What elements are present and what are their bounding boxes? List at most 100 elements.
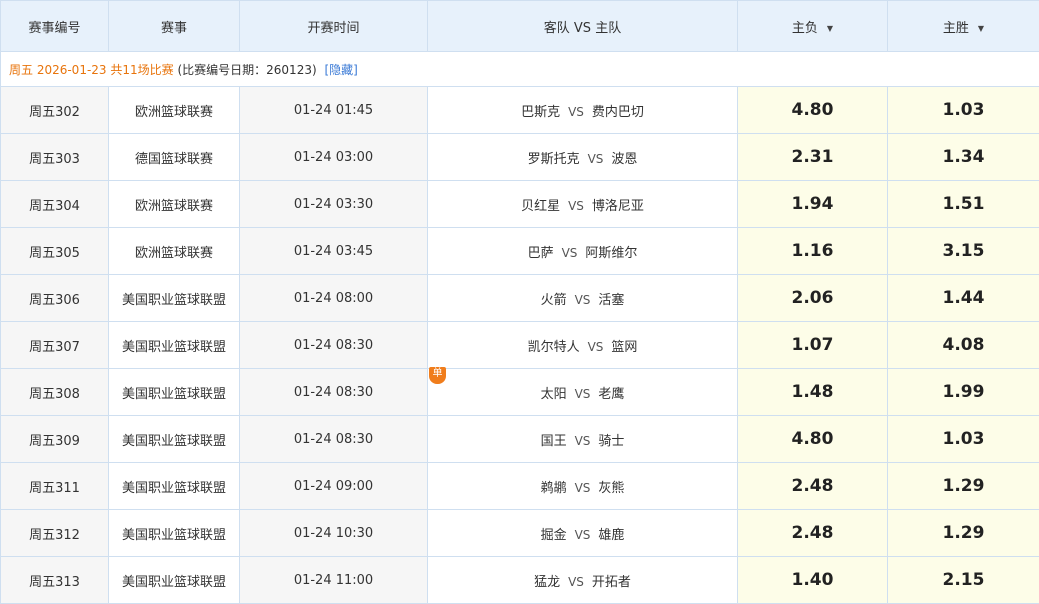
header-away-odds[interactable]: 主负 ▼: [737, 0, 888, 52]
vs-label: VS: [574, 480, 591, 495]
start-time: 01-24 03:30: [239, 180, 428, 228]
table-row: 周五312 美国职业篮球联盟 01-24 10:30 掘金 VS 雄鹿 2.48 1.29: [0, 509, 1039, 557]
home-odds-button[interactable]: 4.08: [887, 321, 1039, 369]
teams-cell[interactable]: 巴斯克 VS 费内巴切: [427, 86, 738, 134]
start-time: 01-24 09:00: [239, 462, 428, 510]
home-odds-button[interactable]: 1.03: [887, 86, 1039, 134]
home-odds-button[interactable]: 1.03: [887, 415, 1039, 463]
start-time: 01-24 08:30: [239, 321, 428, 369]
home-team: 老鹰: [598, 386, 625, 402]
home-odds-button[interactable]: 1.29: [887, 509, 1039, 557]
league-name: 美国职业篮球联盟: [108, 368, 240, 416]
teams-cell[interactable]: 鹈鹕 VS 灰熊: [427, 462, 738, 510]
start-time: 01-24 03:00: [239, 133, 428, 181]
league-name: 美国职业篮球联盟: [108, 415, 240, 463]
away-odds-button[interactable]: 1.07: [737, 321, 888, 369]
hide-link[interactable]: [隐藏]: [324, 63, 357, 77]
start-time: 01-24 01:45: [239, 86, 428, 134]
away-team: 火箭: [540, 292, 567, 308]
home-team: 活塞: [598, 292, 625, 308]
home-team: 骑士: [598, 433, 625, 449]
away-odds-button[interactable]: 2.06: [737, 274, 888, 322]
match-id: 周五311: [0, 462, 109, 510]
away-odds-button[interactable]: 2.31: [737, 133, 888, 181]
match-id: 周五305: [0, 227, 109, 275]
home-team: 博洛尼亚: [591, 198, 644, 214]
match-id: 周五309: [0, 415, 109, 463]
header-teams-label: 客队 VS 主队: [543, 20, 622, 36]
away-team: 掘金: [540, 527, 567, 543]
table-row: 周五308 美国职业篮球联盟 01-24 08:30 单太阳 VS 老鹰 1.48 1.99: [0, 367, 1039, 416]
away-odds-button[interactable]: 4.80: [737, 415, 888, 463]
table-row: 周五305 欧洲篮球联赛 01-24 03:45 巴萨 VS 阿斯维尔 1.16 3.15: [0, 227, 1039, 275]
away-team: 巴萨: [527, 245, 554, 261]
home-odds-button[interactable]: 1.51: [887, 180, 1039, 228]
sort-down-icon[interactable]: ▼: [978, 24, 984, 33]
home-team: 篮网: [611, 339, 638, 355]
vs-label: VS: [574, 386, 591, 401]
home-team: 波恩: [611, 151, 638, 167]
table-header: 赛事编号 赛事 开赛时间 客队 VS 主队 主负 ▼ 主胜 ▼: [0, 0, 1039, 52]
league-name: 美国职业篮球联盟: [108, 509, 240, 557]
home-odds-button[interactable]: 1.99: [887, 368, 1039, 416]
vs-label: VS: [587, 339, 604, 354]
table-row: 周五313 美国职业篮球联盟 01-24 11:00 猛龙 VS 开拓者 1.40 2.15: [0, 556, 1039, 604]
vs-label: VS: [568, 104, 584, 119]
match-id: 周五304: [0, 180, 109, 228]
home-odds-button[interactable]: 1.44: [887, 274, 1039, 322]
match-id: 周五306: [0, 274, 109, 322]
start-time: 01-24 08:00: [239, 274, 428, 322]
header-home-odds[interactable]: 主胜 ▼: [887, 0, 1039, 52]
away-team: 鹈鹕: [540, 480, 567, 496]
teams-cell[interactable]: 巴萨 VS 阿斯维尔: [427, 227, 738, 275]
away-odds-button[interactable]: 1.48: [737, 368, 888, 416]
away-odds-button[interactable]: 2.48: [737, 462, 888, 510]
away-odds-button[interactable]: 1.40: [737, 556, 888, 604]
home-odds-button[interactable]: 3.15: [887, 227, 1039, 275]
odds-table: 赛事编号 赛事 开赛时间 客队 VS 主队 主负 ▼ 主胜 ▼ 周五 2026-01…: [0, 0, 1039, 604]
home-team: 阿斯维尔: [585, 245, 638, 261]
teams-cell[interactable]: 掘金 VS 雄鹿: [427, 509, 738, 557]
home-odds-button[interactable]: 1.34: [887, 133, 1039, 181]
teams-cell[interactable]: 火箭 VS 活塞: [427, 274, 738, 322]
teams-cell[interactable]: 国王 VS 骑士: [427, 415, 738, 463]
teams-cell[interactable]: 猛龙 VS 开拓者: [427, 556, 738, 604]
table-row: 周五309 美国职业篮球联盟 01-24 08:30 国王 VS 骑士 4.80 1.03: [0, 415, 1039, 463]
teams-cell[interactable]: 贝红星 VS 博洛尼亚: [427, 180, 738, 228]
away-team: 凯尔特人: [527, 339, 580, 355]
match-id: 周五312: [0, 509, 109, 557]
start-time: 01-24 08:30: [239, 415, 428, 463]
start-time: 01-24 11:00: [239, 556, 428, 604]
day-date: 周五 2026-01-23 共11场比赛: [9, 62, 174, 77]
home-team: 雄鹿: [598, 527, 625, 543]
match-list: 赛事编号 赛事 开赛时间 客队 VS 主队 主负 ▼ 主胜 ▼ 周五 2026-01…: [0, 0, 1039, 604]
match-id: 周五302: [0, 86, 109, 134]
away-odds-button[interactable]: 2.48: [737, 509, 888, 557]
away-odds-button[interactable]: 1.16: [737, 227, 888, 275]
table-row: 周五302 欧洲篮球联赛 01-24 01:45 巴斯克 VS 费内巴切 4.80 1.03: [0, 86, 1039, 134]
table-row: 周五311 美国职业篮球联盟 01-24 09:00 鹈鹕 VS 灰熊 2.48 1.29: [0, 462, 1039, 510]
teams-cell[interactable]: 凯尔特人 VS 篮网: [427, 321, 738, 369]
away-team: 太阳: [540, 386, 567, 402]
teams-cell[interactable]: 单太阳 VS 老鹰: [427, 367, 738, 416]
match-id: 周五307: [0, 321, 109, 369]
league-name: 美国职业篮球联盟: [108, 556, 240, 604]
vs-label: VS: [574, 527, 591, 542]
match-id: 周五313: [0, 556, 109, 604]
vs-label: VS: [568, 574, 584, 589]
away-team: 猛龙: [534, 574, 561, 590]
home-odds-button[interactable]: 1.29: [887, 462, 1039, 510]
day-summary-row: 周五 2026-01-23 共11场比赛 (比赛编号日期：260123) [隐藏…: [0, 51, 1039, 87]
home-odds-button[interactable]: 2.15: [887, 556, 1039, 604]
table-row: 周五303 德国篮球联赛 01-24 03:00 罗斯托克 VS 波恩 2.31 1.34: [0, 133, 1039, 181]
away-odds-button[interactable]: 4.80: [737, 86, 888, 134]
sort-down-icon[interactable]: ▼: [827, 24, 833, 33]
match-id: 周五303: [0, 133, 109, 181]
home-team: 费内巴切: [591, 104, 644, 120]
header-league-label: 赛事: [160, 20, 187, 36]
teams-cell[interactable]: 罗斯托克 VS 波恩: [427, 133, 738, 181]
header-time: 开赛时间: [239, 0, 428, 52]
match-id: 周五308: [0, 368, 109, 416]
away-odds-button[interactable]: 1.94: [737, 180, 888, 228]
header-time-label: 开赛时间: [307, 20, 360, 36]
